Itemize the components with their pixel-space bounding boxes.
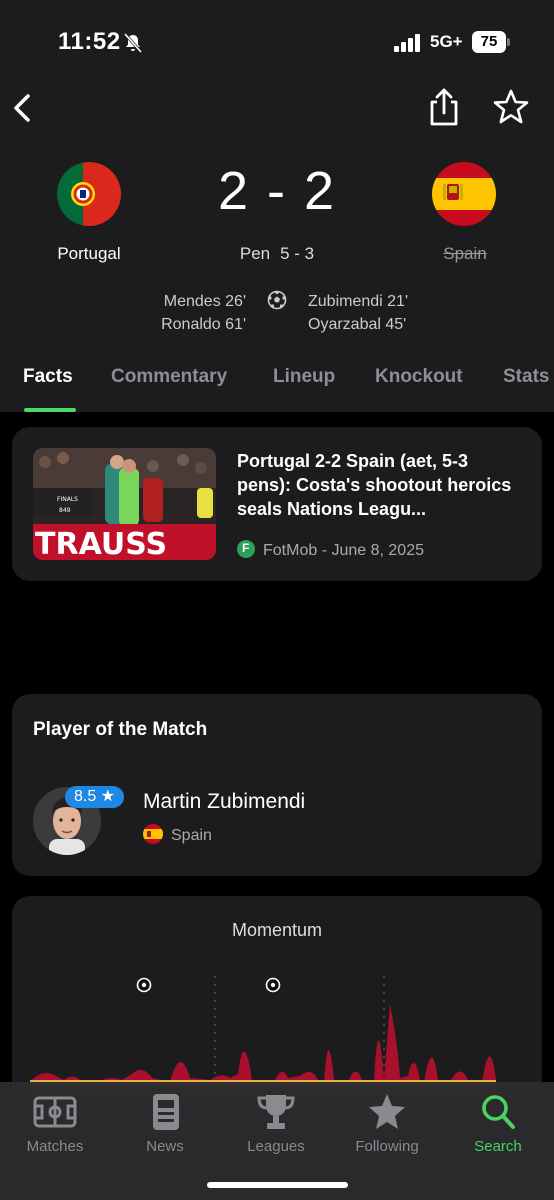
goal-marker-icon (265, 977, 281, 993)
away-scorer: Oyarzabal 45' (308, 316, 407, 333)
potm-heading: Player of the Match (33, 719, 208, 740)
nav-news-label: News (146, 1138, 184, 1155)
star-icon (369, 1094, 405, 1129)
thumb-board-number: 849 (59, 507, 71, 514)
status-bar: 11:52 5G+ 75 (0, 24, 554, 60)
football-icon (267, 290, 287, 310)
penalty-label: Pen (239, 244, 271, 263)
battery-icon: 75 (472, 31, 510, 53)
match-tabs: Facts Commentary Lineup Knockout Stats (0, 366, 554, 412)
thumb-banner-text: TRAUSS (35, 527, 167, 560)
bell-muted-icon (123, 33, 143, 53)
tab-facts[interactable]: Facts (23, 366, 73, 388)
away-team-name[interactable]: Spain (395, 244, 535, 264)
player-of-the-match-card[interactable]: Player of the Match 8.5 ★ Martin Zubimen… (12, 694, 542, 876)
tab-stats[interactable]: Stats (503, 366, 549, 388)
nav-search[interactable]: Search (453, 1092, 543, 1155)
momentum-chart (30, 976, 496, 1096)
nav-matches[interactable]: Matches (10, 1092, 100, 1155)
spain-flag-icon[interactable] (432, 162, 496, 226)
nav-following[interactable]: Following (342, 1092, 432, 1155)
star-follow-button[interactable] (492, 88, 530, 126)
player-team-name: Spain (171, 827, 212, 844)
goal-marker-icon (136, 977, 152, 993)
active-tab-indicator (24, 408, 76, 412)
news-source: FotMob - June 8, 2025 (237, 540, 424, 560)
match-header: 11:52 5G+ 75 Portugal Spain 2 - 2 Pen 5 … (0, 0, 554, 412)
nav-following-label: Following (355, 1138, 419, 1155)
status-time: 11:52 (58, 28, 121, 55)
momentum-title: Momentum (231, 920, 323, 940)
pitch-icon (33, 1096, 77, 1128)
home-team-name[interactable]: Portugal (19, 244, 159, 264)
battery-tip (507, 38, 510, 46)
news-thumbnail: FINALS 849 TRAUSS (33, 448, 216, 560)
spain-flag-icon (143, 824, 163, 844)
penalty-value: 5 - 3 (280, 244, 315, 263)
fotmob-logo-icon (237, 540, 255, 558)
news-source-text: FotMob - June 8, 2025 (263, 542, 424, 559)
away-scorer: Zubimendi 21' (308, 293, 408, 310)
home-scorer: Mendes 26' (163, 293, 246, 310)
away-scorers: Zubimendi 21' Oyarzabal 45' (308, 290, 508, 336)
nav-news[interactable]: News (120, 1092, 210, 1155)
player-team: Spain (143, 824, 212, 845)
network-type: 5G+ (430, 32, 463, 51)
signal-icon (394, 34, 420, 52)
battery-level: 75 (472, 31, 506, 53)
trophy-icon (257, 1095, 295, 1129)
nav-search-label: Search (474, 1138, 522, 1155)
nav-matches-label: Matches (26, 1138, 84, 1155)
penalty-score: Pen 5 - 3 (177, 244, 377, 264)
nav-leagues-label: Leagues (247, 1138, 305, 1155)
news-title[interactable]: Portugal 2-2 Spain (aet, 5-3 pens): Cost… (237, 449, 527, 521)
match-score: 2 - 2 (217, 161, 337, 221)
player-name[interactable]: Martin Zubimendi (143, 790, 305, 814)
tab-commentary[interactable]: Commentary (111, 366, 227, 388)
nav-leagues[interactable]: Leagues (231, 1092, 321, 1155)
tab-knockout[interactable]: Knockout (375, 366, 463, 388)
news-card[interactable]: FINALS 849 TRAUSS Portugal 2-2 Spain (ae… (12, 427, 542, 581)
back-button[interactable] (8, 88, 38, 128)
home-indicator[interactable] (207, 1182, 348, 1188)
portugal-flag-icon[interactable] (57, 162, 121, 226)
tab-lineup[interactable]: Lineup (273, 366, 335, 388)
home-scorers: Mendes 26' Ronaldo 61' (100, 290, 246, 336)
thumb-board-text: FINALS (57, 496, 78, 503)
news-icon (153, 1094, 179, 1130)
share-button[interactable] (426, 86, 462, 128)
search-icon (482, 1095, 515, 1129)
home-scorer: Ronaldo 61' (161, 316, 246, 333)
player-rating-badge: 8.5 ★ (65, 786, 124, 808)
